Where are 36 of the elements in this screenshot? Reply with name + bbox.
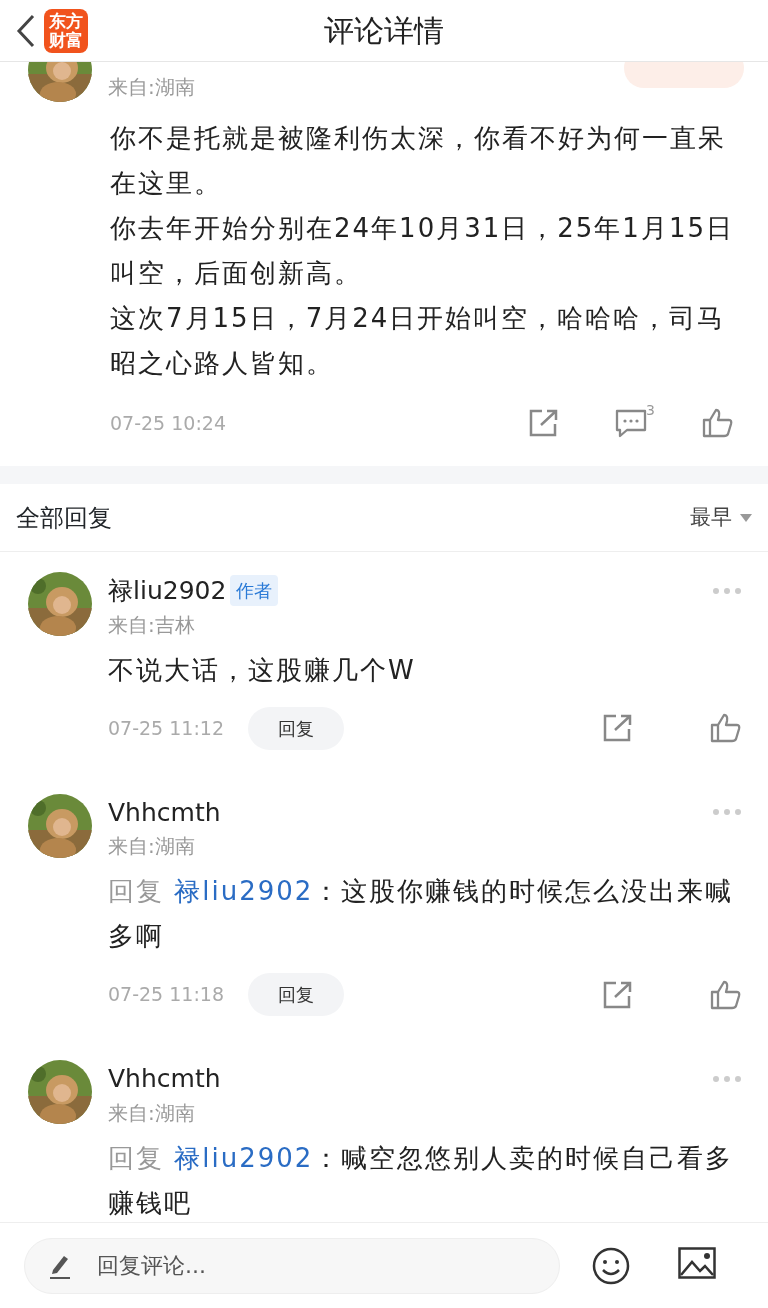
- sort-dropdown[interactable]: 最早: [690, 501, 752, 534]
- comment-count: 3: [646, 401, 655, 420]
- username: 禄liu2902: [108, 575, 227, 607]
- share-icon[interactable]: [602, 979, 634, 1010]
- back-icon[interactable]: [16, 13, 36, 48]
- timestamp: 07-25 11:12: [108, 715, 224, 741]
- reply-text: 回复 禄liu2902：喊空忽悠别人卖的时候自己看多赚钱吧: [108, 1141, 735, 1220]
- reply-button[interactable]: 回复: [248, 706, 344, 750]
- comment-icon[interactable]: [615, 408, 647, 438]
- image-icon[interactable]: [678, 1246, 716, 1279]
- comment-text: 这次7月15日，7月24日开始叫空，哈哈哈，司马昭之心路人皆知。: [110, 302, 727, 380]
- timestamp: 07-25 11:18: [108, 982, 224, 1008]
- emoji-icon[interactable]: [592, 1246, 630, 1285]
- reply-text: 不说大话，这股赚几个W: [108, 653, 417, 687]
- author-tag: 作者: [230, 575, 279, 607]
- reply-button[interactable]: 回复: [248, 973, 344, 1016]
- username: Vhhcmth: [108, 1063, 221, 1095]
- comment-text: 你不是托就是被隆利伤太深，你看不好为何一直呆在这里。: [110, 122, 727, 200]
- username: Vhhcmth: [108, 796, 221, 829]
- share-icon[interactable]: [602, 713, 634, 743]
- location-text: 来自:湖南: [108, 1099, 196, 1127]
- app-logo: 东方 财富: [44, 8, 88, 53]
- location-text: 来自:湖南: [108, 74, 195, 101]
- reply-composer[interactable]: 回复评论...: [24, 1237, 560, 1294]
- page-title: 评论详情: [323, 12, 445, 50]
- location-text: 来自:湖南: [108, 833, 196, 860]
- caret-icon: [740, 513, 752, 522]
- thumbs-up-icon[interactable]: [702, 408, 734, 438]
- section-title: 全部回复: [16, 502, 112, 534]
- thumbs-up-icon[interactable]: [710, 713, 742, 743]
- location-text: 来自:吉林: [108, 611, 196, 639]
- share-icon[interactable]: [528, 408, 560, 438]
- comment-text: 你去年开始分别在24年10月31日，25年1月15日叫空，后面创新高。: [110, 212, 735, 290]
- thumbs-up-icon[interactable]: [710, 979, 742, 1010]
- timestamp: 07-25 10:24: [110, 410, 227, 436]
- reply-text: 回复 禄liu2902：这股你赚钱的时候怎么没出来喊多啊: [108, 875, 735, 953]
